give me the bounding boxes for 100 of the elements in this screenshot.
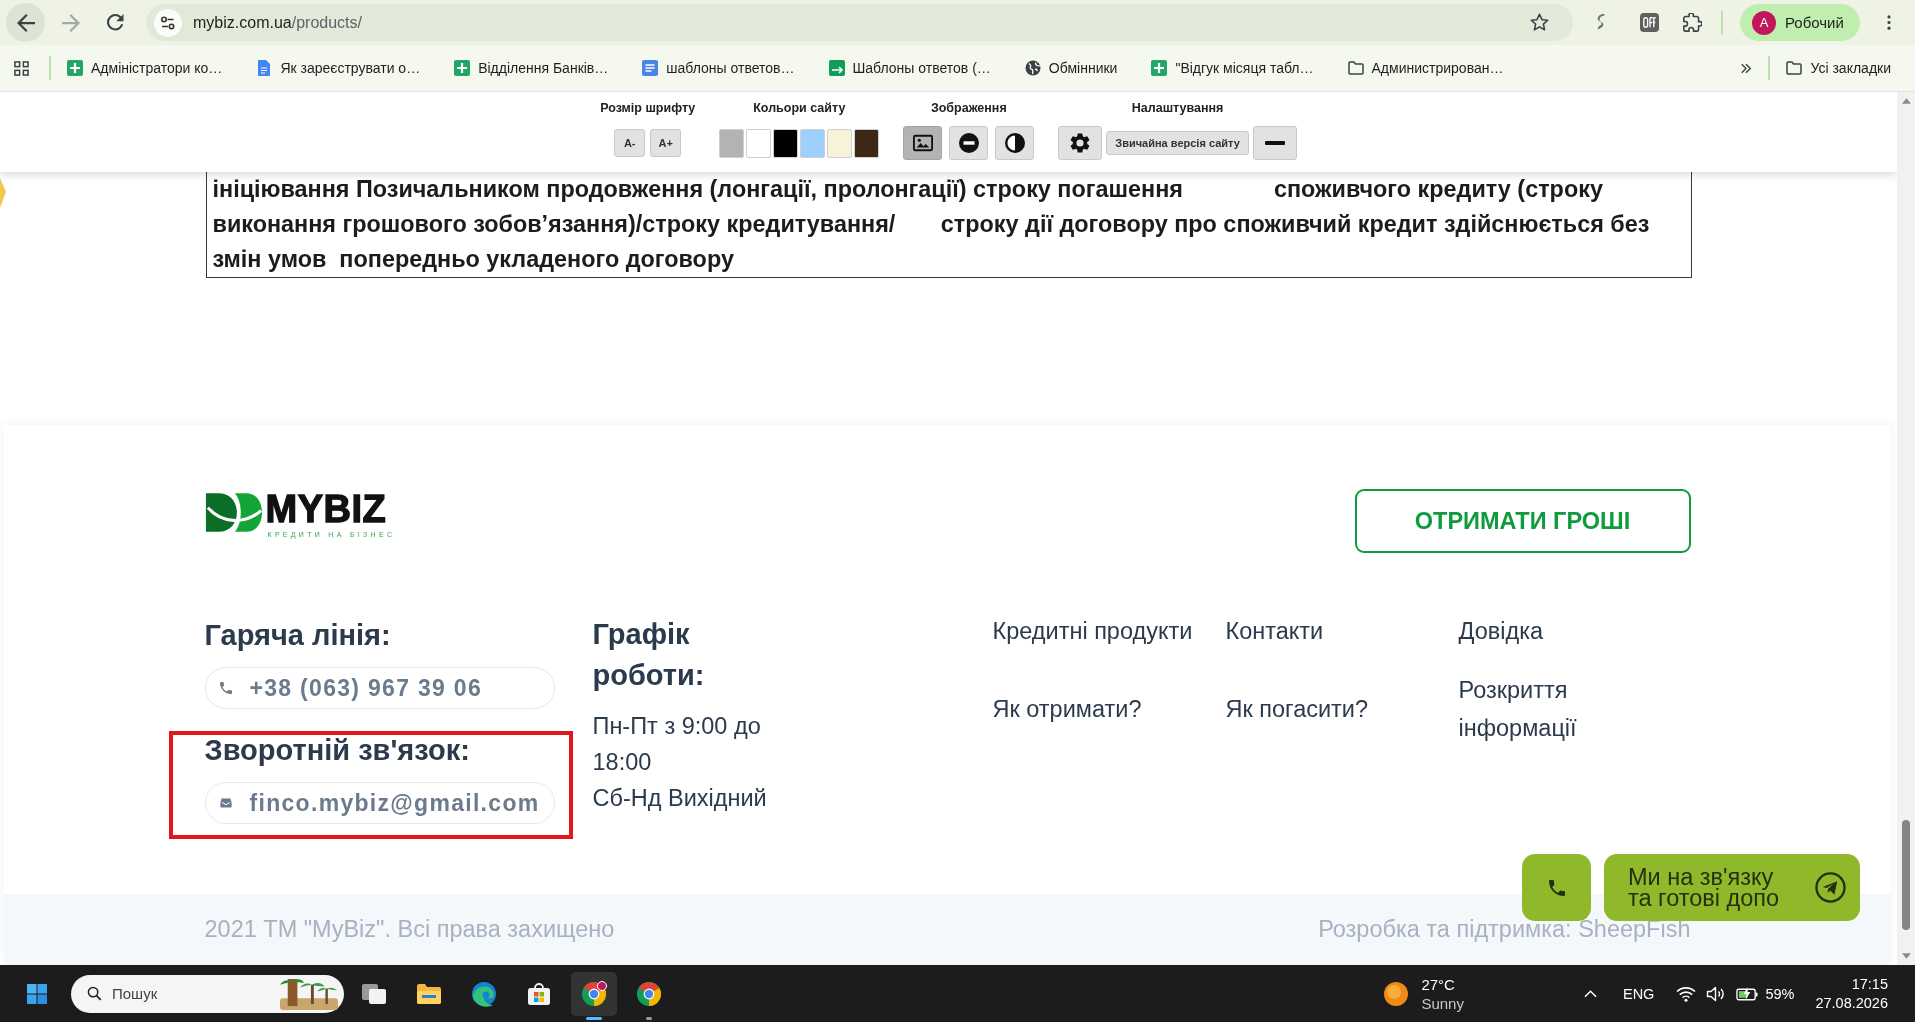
group-title: Зображення [930, 100, 1007, 116]
battery-percent: 59% [1765, 985, 1795, 1002]
logo-leaf-icon [204, 491, 263, 534]
language-indicator[interactable]: ENG [1622, 985, 1655, 1002]
back-button[interactable] [6, 3, 45, 42]
call-button[interactable] [1522, 854, 1591, 921]
color-swatch[interactable] [773, 128, 799, 158]
image-mode-button[interactable] [949, 126, 989, 160]
phone-icon [1548, 879, 1565, 896]
schedule-text: Пн-Пт з 9:00 до 18:00 [592, 712, 762, 777]
color-swatch[interactable] [746, 128, 772, 158]
paper-plane-icon [1815, 872, 1846, 903]
back-arrow-icon [16, 13, 35, 32]
folder-icon [1347, 60, 1364, 76]
bookmark-star-icon[interactable] [1530, 13, 1549, 32]
arrow-tile-icon [828, 60, 845, 76]
speaker-icon[interactable] [1706, 985, 1727, 1002]
group-title: Налаштування [1131, 100, 1224, 116]
windows-logo-icon [27, 983, 47, 1004]
minus-icon [1263, 141, 1286, 145]
url-text: mybiz.com.ua/products/ [193, 13, 363, 32]
spreadsheet-icon [67, 60, 83, 76]
settings-icon [1070, 133, 1091, 153]
search-bar[interactable]: Пошук [71, 974, 344, 1013]
extension-toggle-icon[interactable] [1640, 13, 1659, 32]
image-mode-button[interactable] [995, 126, 1035, 160]
footer-link[interactable]: Довідка [1458, 612, 1609, 650]
double-chevron-icon[interactable] [1740, 62, 1753, 74]
all-bookmarks-button[interactable]: Усі закладки [1778, 52, 1899, 84]
scrollbar[interactable] [1897, 92, 1915, 965]
weather-condition: Sunny [1421, 993, 1464, 1013]
minus-circle-icon [958, 133, 979, 153]
palm-trees-icon [280, 977, 338, 1010]
color-swatch[interactable] [827, 128, 853, 158]
document-icon [256, 60, 273, 76]
battery-charging-icon[interactable] [1736, 986, 1760, 1001]
site-settings-icon[interactable] [154, 8, 182, 37]
scroll-up-icon[interactable] [1901, 98, 1911, 104]
bookmark-item[interactable]: Адміністратори ко… [59, 52, 231, 84]
footer-link[interactable]: Контакти [1225, 612, 1459, 650]
article-paragraph: ініціювання Позичальником продовження (лонгації, пролонгації) строку погашення споживчого кредиту (строку виконання грошового зобов’язання)/строку кредитування/ строку дії договору про споживчий кредит здійснюється без змін умов попередньо укладеного договору [212, 175, 1651, 274]
scroll-down-icon[interactable] [1901, 953, 1911, 959]
menu-icon[interactable] [1886, 15, 1891, 30]
temperature-text: 27°C [1421, 974, 1456, 994]
footer-link[interactable]: Як отримати? [992, 690, 1226, 728]
wifi-icon[interactable] [1676, 985, 1697, 1002]
bookmark-item[interactable]: Як зареєструвати о… [248, 52, 429, 84]
bookmark-item[interactable]: Відділення Банків… [446, 52, 617, 84]
footer-link[interactable]: Розкриття інформації [1458, 671, 1609, 747]
search-input[interactable]: Пошук [112, 985, 262, 1002]
bookmark-item[interactable]: Администрирован… [1339, 52, 1512, 84]
contact-heading: Гаряча лінія: [204, 620, 392, 650]
side-tab-icon [0, 178, 6, 208]
reload-icon[interactable] [107, 14, 124, 31]
chevron-up-icon[interactable] [1583, 989, 1597, 998]
copyright-text: 2021 ТМ "MyBiz". Всі права захищено [204, 916, 615, 943]
bookmark-item[interactable]: шаблоны ответов… [634, 52, 803, 84]
image-mode-button[interactable] [903, 126, 943, 160]
avatar-initial: A [1752, 10, 1776, 35]
bookmark-item[interactable]: Шаблоны ответов (… [820, 52, 999, 84]
chrome-ball-icon [581, 980, 607, 1007]
schedule-heading: Графік роботи: [592, 617, 706, 693]
chrome-ball-icon [636, 980, 662, 1007]
schedule-text: Сб-Нд Вихідний [592, 784, 768, 813]
footer-link[interactable]: Кредитні продукти [992, 612, 1226, 650]
address-bar[interactable]: mybiz.com.ua/products/ [146, 4, 1573, 41]
search-icon [87, 986, 102, 1001]
group-title: Кольори сайту [753, 100, 846, 116]
chat-button[interactable]: Ми на зв'язку та готові допо [1604, 854, 1860, 921]
spreadsheet-icon [454, 60, 471, 76]
color-swatch[interactable] [854, 128, 880, 158]
settings-button[interactable] [1058, 126, 1103, 160]
logo-wordmark: MYBIZ [265, 489, 388, 529]
font-size-button[interactable]: A- [614, 129, 646, 157]
apps-grid-icon[interactable] [14, 60, 29, 76]
phone-icon [219, 682, 232, 694]
picture-icon [912, 133, 933, 153]
footer-link[interactable]: Як погасити? [1225, 690, 1459, 728]
collapse-button[interactable] [1252, 126, 1297, 160]
group-title: Розмір шрифту [600, 100, 696, 116]
font-size-button[interactable]: A+ [650, 129, 682, 157]
scrollbar-thumb[interactable] [1902, 820, 1910, 930]
bookmark-item[interactable]: "Відгук місяця табл… [1143, 52, 1322, 84]
contrast-icon [1004, 133, 1025, 153]
spreadsheet-icon [1151, 60, 1168, 76]
store-bag-icon [526, 980, 552, 1007]
clock[interactable]: 17:15 27.08.2026 [1815, 974, 1888, 1013]
browser-swirl-icon [471, 980, 497, 1007]
profile-button[interactable]: A Робочий [1740, 4, 1860, 41]
extensions-puzzle-icon[interactable] [1683, 13, 1702, 32]
normal-version-button[interactable]: Звичайна версія сайту [1106, 131, 1249, 155]
bookmark-item[interactable]: Обмінники [1016, 52, 1126, 84]
color-swatch[interactable] [719, 128, 745, 158]
get-money-button[interactable]: ОТРИМАТИ ГРОШІ [1354, 489, 1691, 553]
folder-icon [1786, 60, 1803, 76]
sun-icon [1384, 981, 1409, 1006]
contact-heading: Зворотній зв'язок: [204, 735, 471, 765]
document-icon [642, 60, 659, 76]
color-swatch[interactable] [800, 128, 826, 158]
inbox-icon [219, 797, 232, 809]
